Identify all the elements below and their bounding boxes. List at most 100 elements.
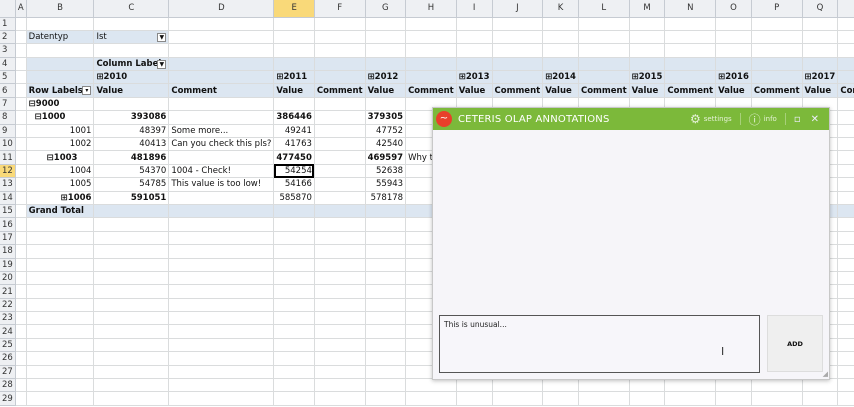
cell-A23[interactable]: [15, 311, 27, 326]
cell-R6[interactable]: Comment: [837, 83, 854, 98]
cell-C18[interactable]: [93, 244, 170, 259]
cell-R29[interactable]: [837, 391, 854, 406]
cell-F25[interactable]: [314, 338, 366, 353]
cell-R20[interactable]: [837, 271, 854, 286]
cell-A22[interactable]: [15, 298, 27, 313]
cell-G17[interactable]: [365, 231, 407, 246]
cell-M28[interactable]: [629, 378, 666, 393]
cell-C1[interactable]: [93, 17, 170, 31]
cell-H4[interactable]: [405, 57, 457, 72]
cell-B22[interactable]: [26, 298, 95, 313]
cell-F4[interactable]: [314, 57, 366, 72]
cell-J1[interactable]: [492, 17, 544, 31]
cell-D27[interactable]: [168, 365, 275, 380]
row-header-22[interactable]: 22: [0, 298, 16, 313]
maximize-icon[interactable]: ▫: [794, 114, 801, 125]
cell-Q29[interactable]: [802, 391, 839, 406]
cell-E8[interactable]: 386446: [273, 110, 315, 125]
cell-O4[interactable]: [715, 57, 752, 72]
cell-G7[interactable]: [365, 97, 407, 112]
cell-R4[interactable]: [837, 57, 854, 72]
cell-N29[interactable]: [664, 391, 717, 406]
row-header-23[interactable]: 23: [0, 311, 16, 326]
row-header-17[interactable]: 17: [0, 231, 16, 246]
cell-A29[interactable]: [15, 391, 27, 406]
cell-R25[interactable]: [837, 338, 854, 353]
cell-D11[interactable]: [168, 150, 275, 165]
cell-I2[interactable]: [456, 30, 493, 45]
cell-F29[interactable]: [314, 391, 366, 406]
cell-Q4[interactable]: [802, 57, 839, 72]
cell-G3[interactable]: [365, 43, 407, 58]
cell-B12[interactable]: 1004: [26, 164, 95, 179]
cell-D17[interactable]: [168, 231, 275, 246]
cell-L28[interactable]: [578, 378, 630, 393]
cell-B20[interactable]: [26, 271, 95, 286]
cell-D7[interactable]: [168, 97, 275, 112]
cell-J28[interactable]: [492, 378, 544, 393]
cell-G24[interactable]: [365, 324, 407, 339]
cell-C24[interactable]: [93, 324, 170, 339]
cell-G23[interactable]: [365, 311, 407, 326]
cell-C12[interactable]: 54370: [93, 164, 170, 179]
cell-R11[interactable]: [837, 150, 854, 165]
cell-M3[interactable]: [629, 43, 666, 58]
cell-D14[interactable]: [168, 191, 275, 205]
cell-G5[interactable]: ⊞2012: [365, 70, 407, 85]
row-header-29[interactable]: 29: [0, 391, 16, 406]
cell-M5[interactable]: ⊞2015: [629, 70, 666, 85]
select-all-corner[interactable]: [0, 0, 16, 18]
cell-E26[interactable]: [273, 351, 315, 366]
cell-G9[interactable]: 47752: [365, 124, 407, 139]
resize-grip-icon[interactable]: ◢: [823, 370, 828, 378]
cell-R9[interactable]: [837, 124, 854, 139]
cell-R22[interactable]: [837, 298, 854, 313]
cell-F21[interactable]: [314, 284, 366, 299]
cell-M2[interactable]: [629, 30, 666, 45]
cell-A27[interactable]: [15, 365, 27, 380]
cell-R21[interactable]: [837, 284, 854, 299]
cell-C23[interactable]: [93, 311, 170, 326]
cell-B14[interactable]: ⊞1006: [26, 191, 95, 205]
column-header-E[interactable]: E: [273, 0, 315, 18]
cell-E5[interactable]: ⊞2011: [273, 70, 315, 85]
cell-A5[interactable]: [15, 70, 27, 85]
cell-L29[interactable]: [578, 391, 630, 406]
row-header-7[interactable]: 7: [0, 97, 16, 112]
cell-C4[interactable]: Column Labels ▼: [93, 57, 170, 72]
cell-C15[interactable]: [93, 204, 170, 219]
cell-D10[interactable]: Can you check this pls?: [168, 137, 275, 152]
cell-O1[interactable]: [715, 17, 752, 31]
cell-C22[interactable]: [93, 298, 170, 313]
column-header-G[interactable]: G: [365, 0, 407, 18]
cell-A2[interactable]: [15, 30, 27, 45]
cell-F1[interactable]: [314, 17, 366, 31]
column-header-H[interactable]: H: [405, 0, 457, 18]
cell-F7[interactable]: [314, 97, 366, 112]
cell-C10[interactable]: 40413: [93, 137, 170, 152]
cell-O28[interactable]: [715, 378, 752, 393]
cell-F13[interactable]: [314, 177, 366, 192]
cell-J3[interactable]: [492, 43, 544, 58]
cell-H6[interactable]: Comment: [405, 83, 457, 98]
cell-J5[interactable]: [492, 70, 544, 85]
cell-C27[interactable]: [93, 365, 170, 380]
cell-C14[interactable]: 591051: [93, 191, 170, 205]
cell-E18[interactable]: [273, 244, 315, 259]
cell-H1[interactable]: [405, 17, 457, 31]
cell-E13[interactable]: 54166: [273, 177, 315, 192]
cell-C11[interactable]: 481896: [93, 150, 170, 165]
cell-P3[interactable]: [751, 43, 803, 58]
row-header-18[interactable]: 18: [0, 244, 16, 259]
info-button[interactable]: ⓘ info: [749, 111, 777, 128]
cell-F20[interactable]: [314, 271, 366, 286]
filter-dropdown-icon[interactable]: ▼: [157, 59, 167, 69]
cell-F6[interactable]: Comment: [314, 83, 366, 98]
cell-R3[interactable]: [837, 43, 854, 58]
row-header-8[interactable]: 8: [0, 110, 16, 125]
cell-E24[interactable]: [273, 324, 315, 339]
row-header-10[interactable]: 10: [0, 137, 16, 152]
cell-H3[interactable]: [405, 43, 457, 58]
cell-O5[interactable]: ⊞2016: [715, 70, 752, 85]
cell-D13[interactable]: This value is too low!: [168, 177, 275, 192]
